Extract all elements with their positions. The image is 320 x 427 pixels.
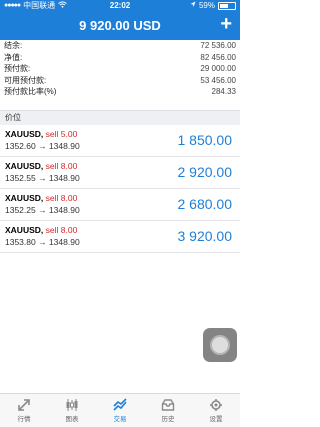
status-bar: ●●●●● 中国联通 22:02 59% (0, 0, 240, 12)
positions-header: 价位 (0, 110, 240, 126)
battery-percent: 59% (198, 1, 215, 10)
tab-bar: 行情 图表 交易 历史 设置 (0, 393, 240, 427)
summary-label: 结余: (4, 41, 23, 50)
tab-settings[interactable]: 设置 (192, 394, 240, 427)
summary-row: 预付款比率(%) 284.33 (0, 86, 240, 98)
history-icon (161, 399, 175, 411)
tab-label: 设置 (209, 416, 223, 423)
trade-icon (113, 398, 127, 411)
chart-icon (66, 399, 78, 411)
position-symbol: XAUUSD, (5, 225, 44, 235)
location-icon (190, 0, 196, 12)
tab-label: 图表 (65, 416, 79, 423)
tab-label: 交易 (113, 416, 127, 423)
summary-value: 284.33 (211, 87, 236, 97)
summary-row: 结余: 72 536.00 (0, 40, 240, 52)
tab-quotes[interactable]: 行情 (0, 394, 48, 427)
tab-chart[interactable]: 图表 (48, 394, 96, 427)
summary-row: 净值: 82 456.00 (0, 52, 240, 64)
tab-trade[interactable]: 交易 (96, 394, 144, 427)
battery-icon (218, 2, 236, 10)
summary-row: 可用预付款: 53 456.00 (0, 75, 240, 87)
position-profit: 1 850.00 (177, 132, 233, 148)
summary-label: 预付款: (4, 64, 31, 74)
position-prices: 1353.80 → 1348.90 (5, 237, 80, 247)
position-prices: 1352.55 → 1348.90 (5, 173, 80, 183)
top-bar: ●●●●● 中国联通 22:02 59% 9 920.00 USD + (0, 0, 240, 40)
position-symbol: XAUUSD, (5, 193, 44, 203)
position-symbol: XAUUSD, (5, 161, 44, 171)
summary-row: 预付款: 29 000.00 (0, 63, 240, 75)
tab-label: 行情 (17, 416, 31, 423)
position-title: XAUUSD, sell 8.00 (5, 161, 77, 171)
position-side: sell 8.00 (45, 161, 78, 171)
position-title: XAUUSD, sell 8.00 (5, 193, 77, 203)
settings-icon (210, 399, 222, 411)
summary-value: 53 456.00 (200, 75, 236, 85)
position-row[interactable]: XAUUSD, sell 8.00 1353.80 → 1348.90 3 92… (0, 221, 240, 253)
title-bar: 9 920.00 USD + (0, 12, 240, 40)
position-title: XAUUSD, sell 5.00 (5, 129, 77, 139)
new-order-button[interactable]: + (220, 14, 232, 34)
balance-title: 9 920.00 USD (79, 18, 161, 33)
position-profit: 2 920.00 (177, 164, 233, 180)
position-symbol: XAUUSD, (5, 129, 44, 139)
position-row[interactable]: XAUUSD, sell 8.00 1352.25 → 1348.90 2 68… (0, 189, 240, 221)
assistive-touch-button[interactable] (203, 328, 237, 362)
quotes-icon (18, 399, 30, 411)
position-prices: 1352.25 → 1348.90 (5, 205, 80, 215)
position-row[interactable]: XAUUSD, sell 5.00 1352.60 → 1348.90 1 85… (0, 125, 240, 157)
summary-label: 净值: (4, 52, 23, 62)
summary-label: 预付款比率(%) (4, 87, 57, 97)
summary-value: 82 456.00 (200, 52, 236, 62)
section-label: 价位 (5, 113, 21, 122)
position-title: XAUUSD, sell 8.00 (5, 225, 77, 235)
summary-label: 可用预付款: (4, 75, 47, 85)
position-prices: 1352.60 → 1348.90 (5, 141, 80, 151)
summary-value: 72 536.00 (200, 41, 236, 50)
position-side: sell 5.00 (45, 129, 78, 139)
position-profit: 3 920.00 (177, 228, 233, 244)
summary-value: 29 000.00 (200, 64, 236, 74)
assistive-touch-icon (210, 335, 230, 355)
position-profit: 2 680.00 (177, 196, 233, 212)
tab-history[interactable]: 历史 (144, 394, 192, 427)
account-summary: 结余: 72 536.00 净值: 82 456.00 预付款: 29 000.… (0, 40, 240, 98)
tab-label: 历史 (161, 416, 175, 423)
position-side: sell 8.00 (45, 225, 78, 235)
position-side: sell 8.00 (45, 193, 78, 203)
position-row[interactable]: XAUUSD, sell 8.00 1352.55 → 1348.90 2 92… (0, 157, 240, 189)
